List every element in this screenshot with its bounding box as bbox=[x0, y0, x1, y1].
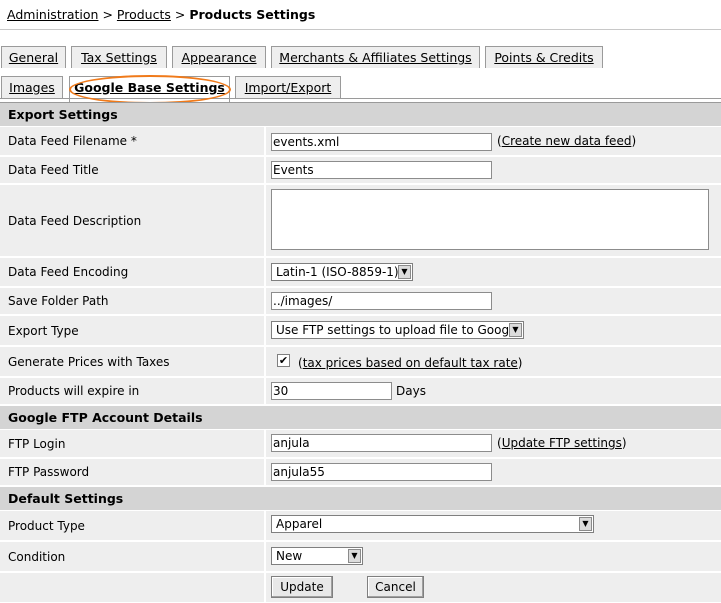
dropdown-arrow-icon: ▼ bbox=[509, 323, 522, 337]
data-feed-title-input[interactable] bbox=[271, 161, 492, 179]
ftp-login-input[interactable] bbox=[271, 434, 492, 452]
row-data-feed-description: Data Feed Description bbox=[0, 185, 721, 257]
row-products-expire: Products will expire in Days bbox=[0, 378, 721, 405]
field-label: Data Feed Filename * bbox=[0, 127, 266, 155]
update-button[interactable]: Update bbox=[271, 576, 333, 598]
tab-divider bbox=[0, 98, 721, 99]
ftp-password-input[interactable] bbox=[271, 463, 492, 481]
days-label: Days bbox=[396, 384, 426, 398]
settings-form: Export Settings Data Feed Filename * (Cr… bbox=[0, 102, 721, 603]
tax-prices-default-rate-link[interactable]: tax prices based on default tax rate bbox=[303, 356, 518, 370]
generate-prices-taxes-checkbox[interactable]: ✔ bbox=[277, 354, 290, 367]
tab-appearance[interactable]: Appearance bbox=[172, 46, 266, 68]
field-label: Generate Prices with Taxes bbox=[0, 347, 266, 376]
row-save-folder-path: Save Folder Path bbox=[0, 288, 721, 315]
create-new-data-feed-link[interactable]: Create new data feed bbox=[502, 134, 632, 148]
data-feed-filename-input[interactable] bbox=[271, 133, 492, 151]
row-export-type: Export Type Use FTP settings to upload f… bbox=[0, 316, 721, 346]
row-condition: Condition New ▼ bbox=[0, 542, 721, 572]
breadcrumb-products-link[interactable]: Products bbox=[117, 7, 171, 22]
field-label: Products will expire in bbox=[0, 378, 266, 404]
field-label: Data Feed Title bbox=[0, 157, 266, 183]
row-generate-prices-with-taxes: Generate Prices with Taxes ✔ (tax prices… bbox=[0, 347, 721, 377]
breadcrumb-separator: > bbox=[102, 7, 113, 22]
row-data-feed-filename: Data Feed Filename * (Create new data fe… bbox=[0, 127, 721, 156]
save-folder-path-input[interactable] bbox=[271, 292, 492, 310]
settings-tabs: General Tax Settings Appearance Merchant… bbox=[0, 30, 721, 102]
expire-days-input[interactable] bbox=[271, 382, 392, 400]
section-export-settings: Export Settings bbox=[0, 103, 721, 126]
tab-merchants-affiliates[interactable]: Merchants & Affiliates Settings bbox=[271, 46, 480, 68]
export-type-select[interactable]: Use FTP settings to upload file to Googl… bbox=[271, 321, 524, 339]
actions-spacer bbox=[0, 573, 266, 602]
dropdown-arrow-icon: ▼ bbox=[348, 549, 361, 563]
breadcrumb-administration-link[interactable]: Administration bbox=[7, 7, 98, 22]
tab-tax-settings[interactable]: Tax Settings bbox=[71, 46, 167, 68]
row-ftp-login: FTP Login (Update FTP settings) bbox=[0, 430, 721, 458]
tab-general[interactable]: General bbox=[1, 46, 66, 68]
row-ftp-password: FTP Password bbox=[0, 459, 721, 486]
row-data-feed-title: Data Feed Title bbox=[0, 157, 721, 184]
section-google-ftp-account: Google FTP Account Details bbox=[0, 406, 721, 429]
tab-points-credits[interactable]: Points & Credits bbox=[485, 46, 603, 68]
section-default-settings: Default Settings bbox=[0, 487, 721, 510]
row-product-type: Product Type Apparel ▼ bbox=[0, 511, 721, 541]
checkmark-icon: ✔ bbox=[278, 354, 289, 367]
tab-images[interactable]: Images bbox=[1, 76, 63, 98]
field-label: Product Type bbox=[0, 511, 266, 540]
field-label: FTP Login bbox=[0, 430, 266, 457]
breadcrumb: Administration > Products > Products Set… bbox=[0, 0, 721, 30]
data-feed-encoding-select[interactable]: Latin-1 (ISO-8859-1) ▼ bbox=[271, 263, 413, 281]
field-label: Export Type bbox=[0, 316, 266, 345]
condition-select[interactable]: New ▼ bbox=[271, 547, 363, 565]
field-label: Condition bbox=[0, 542, 266, 571]
field-label: Save Folder Path bbox=[0, 288, 266, 314]
field-label: Data Feed Description bbox=[0, 185, 266, 256]
data-feed-description-textarea[interactable] bbox=[271, 189, 709, 250]
breadcrumb-separator: > bbox=[174, 7, 186, 22]
dropdown-arrow-icon: ▼ bbox=[579, 517, 592, 531]
cancel-button[interactable]: Cancel bbox=[367, 576, 424, 598]
dropdown-arrow-icon: ▼ bbox=[398, 265, 411, 279]
product-type-select[interactable]: Apparel ▼ bbox=[271, 515, 594, 533]
update-ftp-settings-link[interactable]: Update FTP settings bbox=[502, 436, 622, 450]
row-data-feed-encoding: Data Feed Encoding Latin-1 (ISO-8859-1) … bbox=[0, 258, 721, 287]
row-form-actions: Update Cancel bbox=[0, 573, 721, 603]
field-label: Data Feed Encoding bbox=[0, 258, 266, 286]
breadcrumb-current: Products Settings bbox=[189, 7, 316, 22]
tab-import-export[interactable]: Import/Export bbox=[235, 76, 341, 98]
field-label: FTP Password bbox=[0, 459, 266, 485]
